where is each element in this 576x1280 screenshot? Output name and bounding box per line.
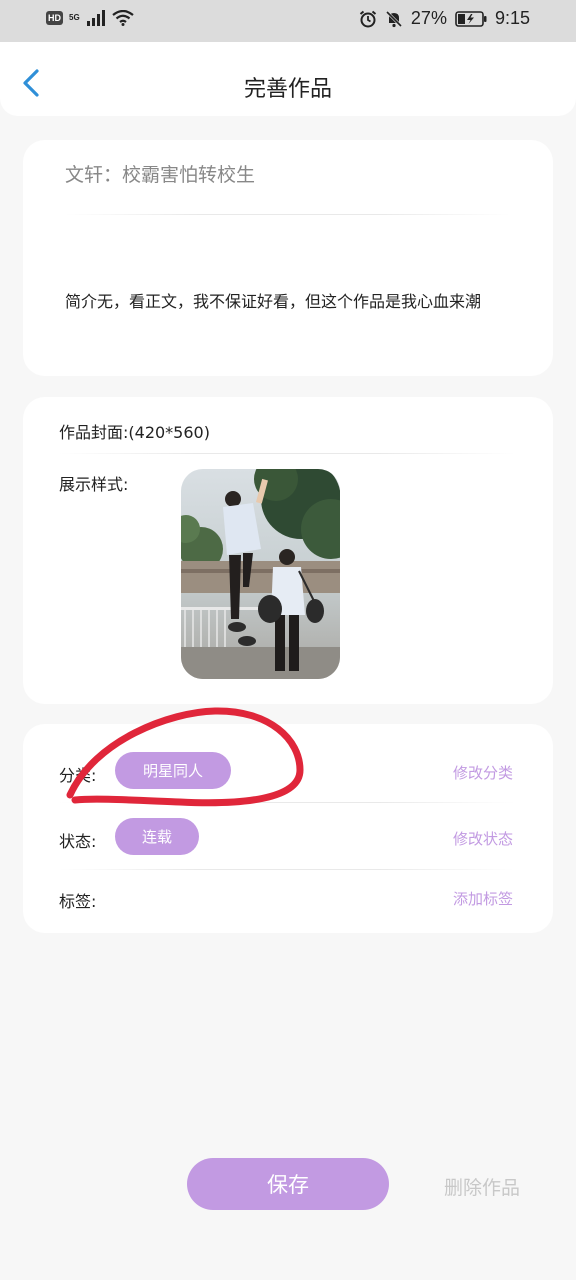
alarm-icon — [359, 10, 377, 27]
cover-divider — [59, 453, 515, 454]
mute-icon — [385, 10, 402, 27]
wifi-icon — [111, 10, 134, 26]
battery-percent: 27% — [410, 8, 447, 28]
display-style-label: 展示样式: — [59, 475, 129, 494]
status-label: 状态: — [59, 832, 97, 851]
page-title: 完善作品 — [243, 77, 332, 102]
status-left: HD 5G — [46, 10, 134, 26]
title-divider — [65, 214, 511, 215]
category-chip[interactable]: 明星同人 — [115, 752, 231, 789]
status-right: 27% 9:15 — [359, 8, 530, 29]
clock-time: 9:15 — [494, 8, 530, 28]
edit-status-link[interactable]: 修改状态 — [453, 828, 513, 849]
save-button[interactable]: 保存 — [187, 1158, 389, 1210]
battery-charging-icon — [455, 10, 487, 27]
cover-label: 作品封面:(420*560) — [59, 423, 210, 442]
status-bar: HD 5G 27% 9:15 — [0, 0, 576, 42]
edit-category-link[interactable]: 修改分类 — [453, 762, 513, 783]
work-title[interactable]: 文轩：校霸害怕转校生 — [65, 160, 255, 187]
add-tag-link[interactable]: 添加标签 — [453, 888, 513, 909]
cover-card: 作品封面:(420*560) 展示样式: — [23, 397, 553, 704]
cover-image[interactable] — [181, 469, 340, 679]
signal-icon — [86, 10, 105, 26]
meta-card: 分类: 明星同人 修改分类 状态: 连载 修改状态 标签: 添加标签 — [23, 724, 553, 933]
delete-work-button[interactable]: 删除作品 — [444, 1173, 520, 1200]
hd-badge: HD — [46, 11, 63, 25]
work-intro[interactable]: 简介无，看正文，我不保证好看，但这个作品是我心血来潮 — [65, 288, 481, 312]
category-label: 分类: — [59, 766, 97, 785]
tags-label: 标签: — [59, 892, 97, 911]
category-divider — [59, 802, 515, 803]
status-chip[interactable]: 连载 — [115, 818, 199, 855]
work-info-card: 文轩：校霸害怕转校生 简介无，看正文，我不保证好看，但这个作品是我心血来潮 — [23, 140, 553, 376]
app-header: 完善作品 — [0, 42, 576, 116]
status-divider — [59, 869, 515, 870]
network-type: 5G — [69, 13, 80, 22]
